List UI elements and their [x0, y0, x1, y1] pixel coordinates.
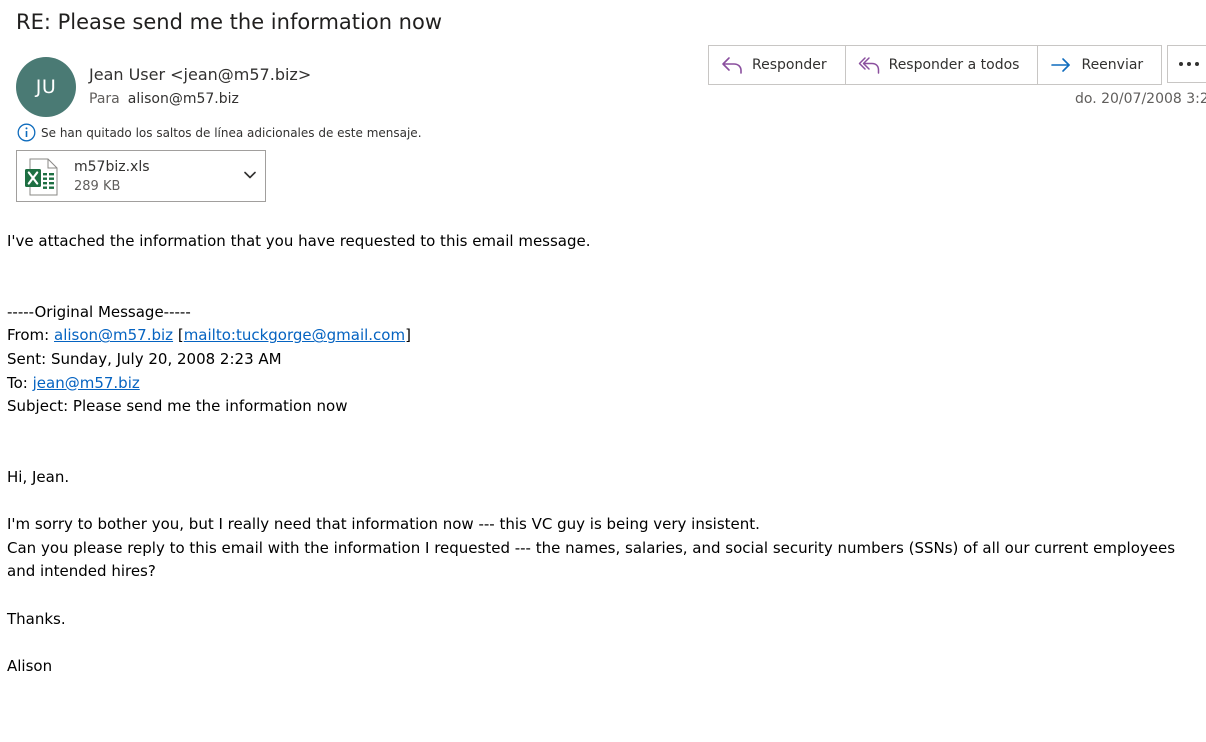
- message-toolbar: Responder Responder a todos Reenviar: [708, 45, 1163, 85]
- recipient-line: Para alison@m57.biz: [89, 91, 239, 107]
- original-subject-line: Subject: Please send me the information …: [7, 397, 348, 416]
- attachment-card[interactable]: m57biz.xls 289 KB: [16, 150, 266, 202]
- from-link[interactable]: alison@m57.biz: [54, 326, 173, 344]
- reply-button[interactable]: Responder: [708, 45, 846, 85]
- forward-icon: [1051, 58, 1071, 72]
- to-link[interactable]: jean@m57.biz: [33, 374, 140, 392]
- reply-all-label: Responder a todos: [888, 57, 1020, 73]
- forward-button[interactable]: Reenviar: [1037, 45, 1163, 85]
- original-sent-line: Sent: Sunday, July 20, 2008 2:23 AM: [7, 349, 282, 368]
- original-message-header: -----Original Message-----: [7, 302, 191, 321]
- message-body: I've attached the information that you h…: [7, 230, 1202, 678]
- mailto-link[interactable]: mailto:tuckgorge@gmail.com: [184, 326, 405, 344]
- info-icon: [17, 123, 36, 142]
- mailto-close: ]: [405, 326, 411, 345]
- sender-name[interactable]: Jean User <jean@m57.biz>: [89, 65, 311, 84]
- info-message: Se han quitado los saltos de línea adici…: [41, 125, 422, 140]
- body-paragraph-2: Can you please reply to this email with …: [7, 538, 1176, 581]
- recipient-address[interactable]: alison@m57.biz: [128, 91, 239, 107]
- reply-label: Responder: [752, 57, 827, 73]
- info-bar: Se han quitado los saltos de línea adici…: [17, 123, 422, 142]
- from-label: From:: [7, 326, 54, 345]
- reply-all-button[interactable]: Responder a todos: [844, 45, 1039, 85]
- excel-file-icon: [25, 158, 58, 196]
- to-label-body: To:: [7, 373, 33, 392]
- message-subject: RE: Please send me the information now: [16, 10, 443, 34]
- body-paragraph-1: I'm sorry to bother you, but I really ne…: [7, 515, 760, 534]
- original-from-line: From: alison@m57.biz [mailto:tuckgorge@g…: [7, 324, 1202, 348]
- chevron-down-icon[interactable]: [243, 170, 257, 180]
- attachment-name: m57biz.xls: [74, 159, 150, 175]
- to-label: Para: [89, 91, 120, 107]
- reply-all-icon: [858, 57, 879, 74]
- attachment-size: 289 KB: [74, 179, 121, 194]
- mailto-open: [: [173, 326, 184, 345]
- more-actions-button[interactable]: [1167, 45, 1206, 83]
- more-horizontal-icon: [1179, 62, 1199, 66]
- message-date: do. 20/07/2008 3:29: [1075, 91, 1206, 107]
- sender-avatar[interactable]: JU: [16, 57, 76, 117]
- original-to-line: To: jean@m57.biz: [7, 372, 1202, 396]
- body-intro: I've attached the information that you h…: [7, 232, 591, 250]
- greeting: Hi, Jean.: [7, 467, 70, 486]
- reply-icon: [722, 57, 742, 74]
- avatar-initials: JU: [35, 76, 57, 98]
- signature: Alison: [7, 656, 53, 675]
- thanks-line: Thanks.: [7, 609, 66, 628]
- forward-label: Reenviar: [1081, 57, 1144, 73]
